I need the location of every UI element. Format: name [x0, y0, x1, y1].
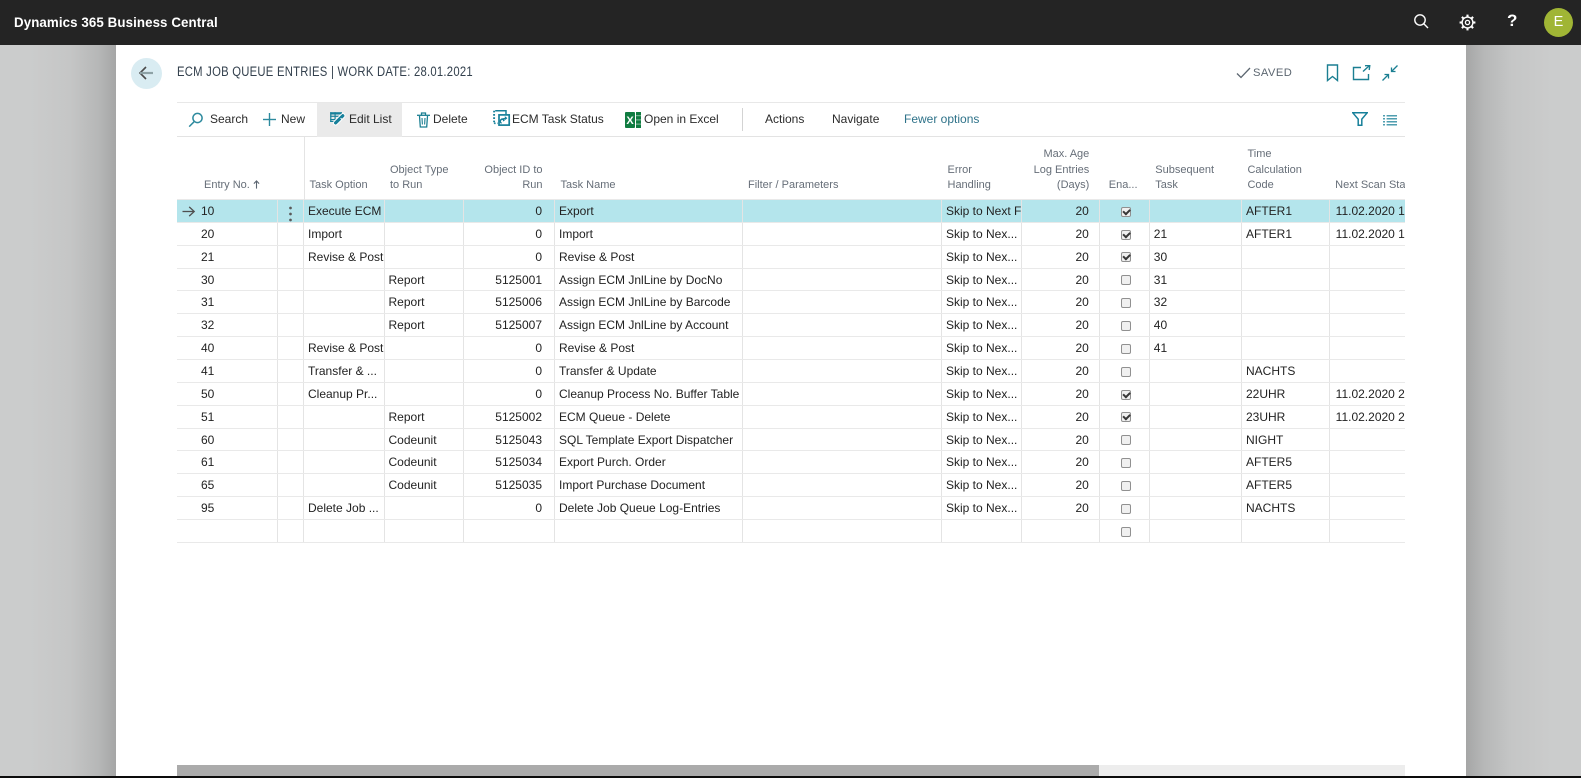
- svg-text:X: X: [626, 115, 634, 127]
